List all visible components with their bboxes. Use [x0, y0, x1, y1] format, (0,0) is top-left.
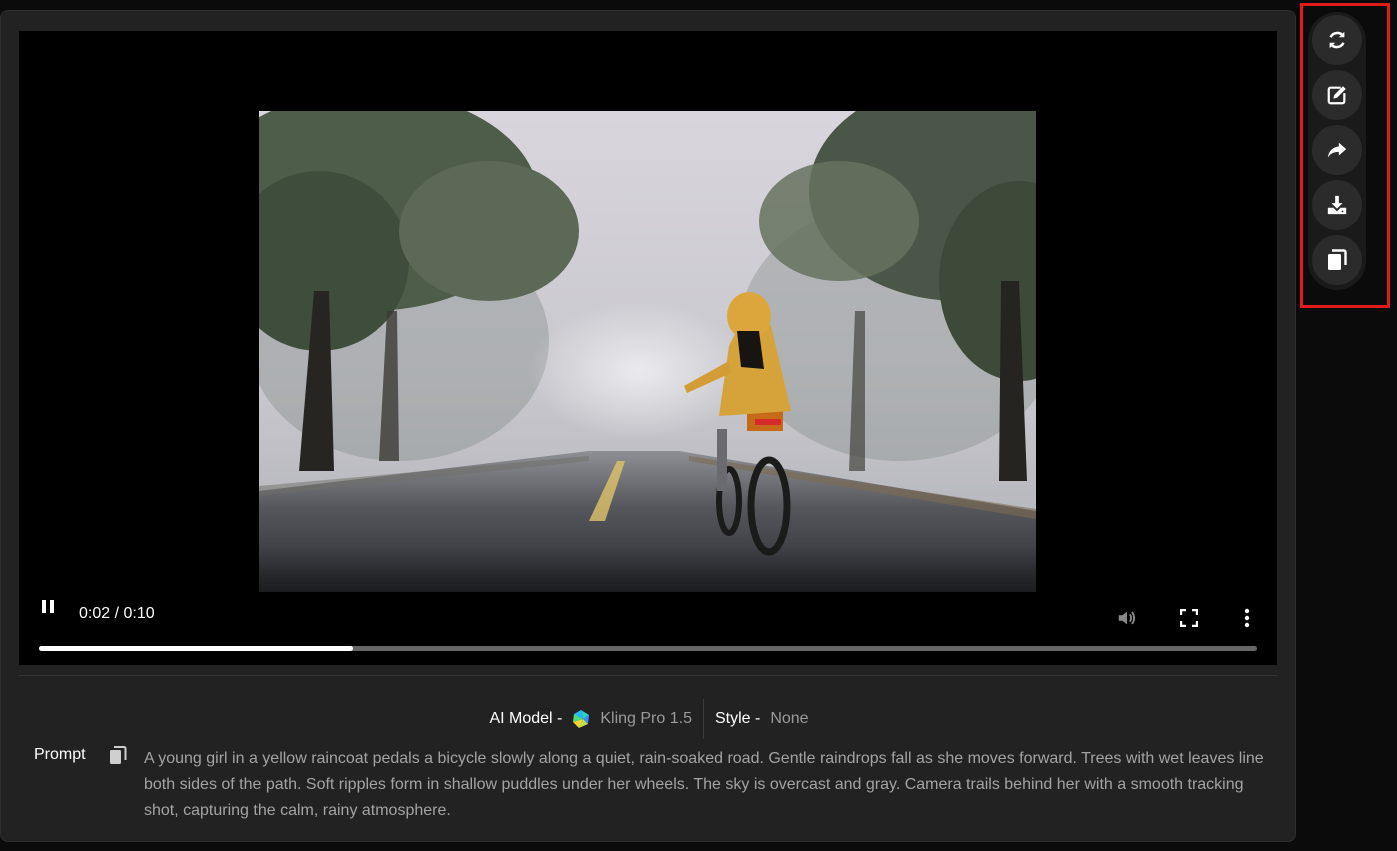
divider [19, 675, 1277, 676]
style-value: None [770, 710, 809, 727]
copy-prompt-button[interactable] [109, 746, 127, 766]
volume-button[interactable] [1115, 606, 1139, 630]
actions-highlight-box [1300, 3, 1390, 308]
prompt-label: Prompt [34, 746, 86, 763]
generation-meta: AI Model - Kling Pro 1.5 Style - None [1, 699, 1297, 739]
model-value: Kling Pro 1.5 [600, 710, 692, 727]
fullscreen-icon [1180, 609, 1198, 627]
time-display: 0:02 / 0:10 [79, 605, 155, 622]
model-label: AI Model - [489, 710, 563, 727]
meta-divider [702, 699, 704, 739]
pause-icon [42, 599, 46, 613]
copy-icon [110, 746, 127, 764]
more-vertical-icon [1244, 608, 1250, 628]
kling-logo-icon [573, 710, 590, 728]
video-result-card: 0:02 / 0:10 AI Model - Kling Pro 1.5 Sty… [0, 10, 1296, 842]
pause-button[interactable] [37, 595, 59, 617]
style-label: Style - [714, 710, 761, 727]
progress-bar[interactable] [39, 646, 1257, 651]
more-options-button[interactable] [1237, 606, 1257, 630]
video-player[interactable]: 0:02 / 0:10 [19, 31, 1277, 665]
volume-icon [1118, 611, 1136, 625]
video-frame [259, 111, 1036, 592]
progress-fill [39, 646, 354, 651]
prompt-text: A young girl in a yellow raincoat pedals… [144, 750, 1264, 819]
fullscreen-button[interactable] [1177, 606, 1201, 630]
